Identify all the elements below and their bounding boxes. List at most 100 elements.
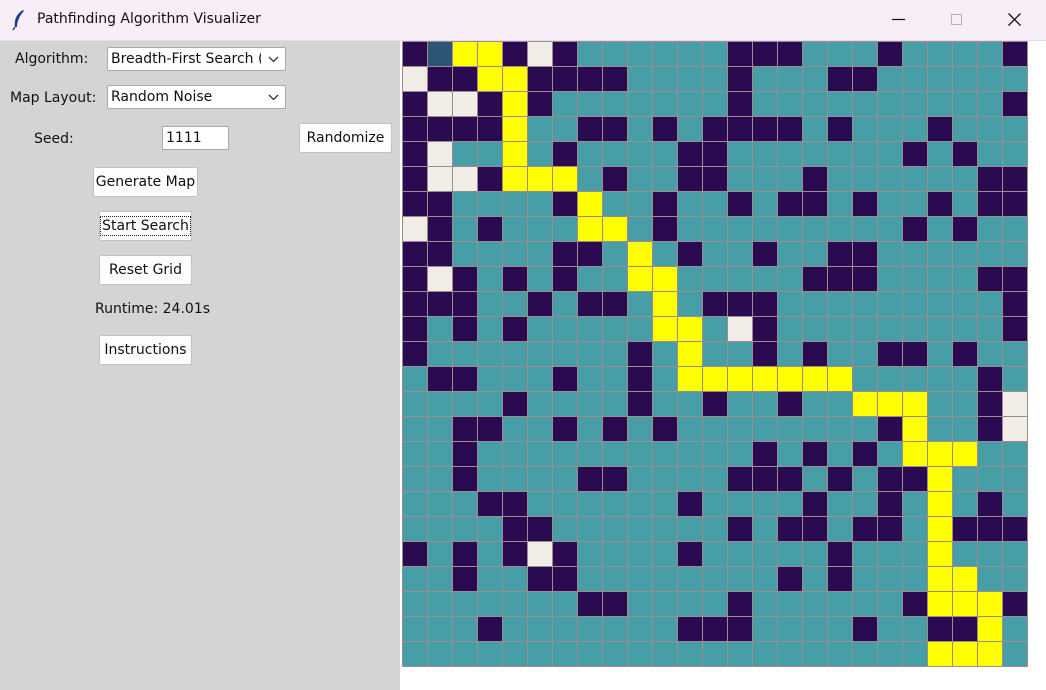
wall-cell[interactable]: [853, 442, 878, 467]
wall-cell[interactable]: [703, 142, 728, 167]
path-cell[interactable]: [928, 442, 953, 467]
visited-cell[interactable]: [553, 92, 578, 117]
visited-cell[interactable]: [928, 142, 953, 167]
visited-cell[interactable]: [928, 167, 953, 192]
visited-cell[interactable]: [728, 417, 753, 442]
visited-cell[interactable]: [428, 567, 453, 592]
visited-cell[interactable]: [928, 292, 953, 317]
path-cell[interactable]: [503, 167, 528, 192]
visited-cell[interactable]: [528, 317, 553, 342]
visited-cell[interactable]: [578, 92, 603, 117]
unvisited-cell[interactable]: [528, 542, 553, 567]
path-cell[interactable]: [978, 592, 1003, 617]
visited-cell[interactable]: [653, 517, 678, 542]
visited-cell[interactable]: [553, 392, 578, 417]
visited-cell[interactable]: [428, 317, 453, 342]
visited-cell[interactable]: [628, 492, 653, 517]
wall-cell[interactable]: [553, 367, 578, 392]
visited-cell[interactable]: [428, 592, 453, 617]
path-cell[interactable]: [653, 292, 678, 317]
visited-cell[interactable]: [428, 442, 453, 467]
path-cell[interactable]: [928, 542, 953, 567]
visited-cell[interactable]: [478, 592, 503, 617]
visited-cell[interactable]: [728, 167, 753, 192]
wall-cell[interactable]: [1003, 517, 1028, 542]
visited-cell[interactable]: [803, 117, 828, 142]
visited-cell[interactable]: [903, 317, 928, 342]
visited-cell[interactable]: [878, 217, 903, 242]
path-cell[interactable]: [478, 42, 503, 67]
visited-cell[interactable]: [878, 92, 903, 117]
wall-cell[interactable]: [478, 167, 503, 192]
visited-cell[interactable]: [553, 442, 578, 467]
seed-input[interactable]: 1111: [162, 126, 229, 150]
path-cell[interactable]: [803, 367, 828, 392]
visited-cell[interactable]: [878, 67, 903, 92]
wall-cell[interactable]: [503, 317, 528, 342]
wall-cell[interactable]: [1003, 592, 1028, 617]
visited-cell[interactable]: [478, 142, 503, 167]
wall-cell[interactable]: [603, 417, 628, 442]
visited-cell[interactable]: [703, 417, 728, 442]
visited-cell[interactable]: [503, 442, 528, 467]
visited-cell[interactable]: [553, 492, 578, 517]
visited-cell[interactable]: [953, 192, 978, 217]
wall-cell[interactable]: [428, 117, 453, 142]
visited-cell[interactable]: [428, 492, 453, 517]
visited-cell[interactable]: [778, 292, 803, 317]
wall-cell[interactable]: [403, 342, 428, 367]
wall-cell[interactable]: [828, 67, 853, 92]
wall-cell[interactable]: [753, 442, 778, 467]
visited-cell[interactable]: [628, 67, 653, 92]
visited-cell[interactable]: [703, 642, 728, 667]
visited-cell[interactable]: [428, 517, 453, 542]
visited-cell[interactable]: [403, 517, 428, 542]
visited-cell[interactable]: [853, 92, 878, 117]
wall-cell[interactable]: [553, 242, 578, 267]
visited-cell[interactable]: [653, 242, 678, 267]
path-cell[interactable]: [928, 467, 953, 492]
wall-cell[interactable]: [453, 467, 478, 492]
path-cell[interactable]: [678, 317, 703, 342]
path-cell[interactable]: [878, 392, 903, 417]
unvisited-cell[interactable]: [1003, 392, 1028, 417]
wall-cell[interactable]: [528, 92, 553, 117]
visited-cell[interactable]: [853, 117, 878, 142]
visited-cell[interactable]: [428, 617, 453, 642]
visited-cell[interactable]: [478, 567, 503, 592]
visited-cell[interactable]: [678, 592, 703, 617]
path-cell[interactable]: [703, 367, 728, 392]
visited-cell[interactable]: [778, 617, 803, 642]
visited-cell[interactable]: [803, 42, 828, 67]
visited-cell[interactable]: [503, 367, 528, 392]
wall-cell[interactable]: [478, 492, 503, 517]
visited-cell[interactable]: [828, 292, 853, 317]
visited-cell[interactable]: [678, 217, 703, 242]
visited-cell[interactable]: [853, 342, 878, 367]
visited-cell[interactable]: [803, 92, 828, 117]
visited-cell[interactable]: [803, 242, 828, 267]
visited-cell[interactable]: [653, 467, 678, 492]
title-bar[interactable]: Pathfinding Algorithm Visualizer: [0, 0, 1046, 41]
path-cell[interactable]: [603, 217, 628, 242]
visited-cell[interactable]: [528, 492, 553, 517]
wall-cell[interactable]: [453, 367, 478, 392]
wall-cell[interactable]: [978, 492, 1003, 517]
visited-cell[interactable]: [953, 392, 978, 417]
visited-cell[interactable]: [553, 217, 578, 242]
visited-cell[interactable]: [828, 42, 853, 67]
visited-cell[interactable]: [453, 342, 478, 367]
visited-cell[interactable]: [578, 367, 603, 392]
unvisited-cell[interactable]: [728, 317, 753, 342]
visited-cell[interactable]: [903, 492, 928, 517]
wall-cell[interactable]: [528, 292, 553, 317]
visited-cell[interactable]: [503, 467, 528, 492]
visited-cell[interactable]: [978, 442, 1003, 467]
wall-cell[interactable]: [853, 242, 878, 267]
visited-cell[interactable]: [628, 442, 653, 467]
visited-cell[interactable]: [803, 592, 828, 617]
wall-cell[interactable]: [528, 517, 553, 542]
visited-cell[interactable]: [903, 92, 928, 117]
path-cell[interactable]: [903, 392, 928, 417]
visited-cell[interactable]: [528, 217, 553, 242]
